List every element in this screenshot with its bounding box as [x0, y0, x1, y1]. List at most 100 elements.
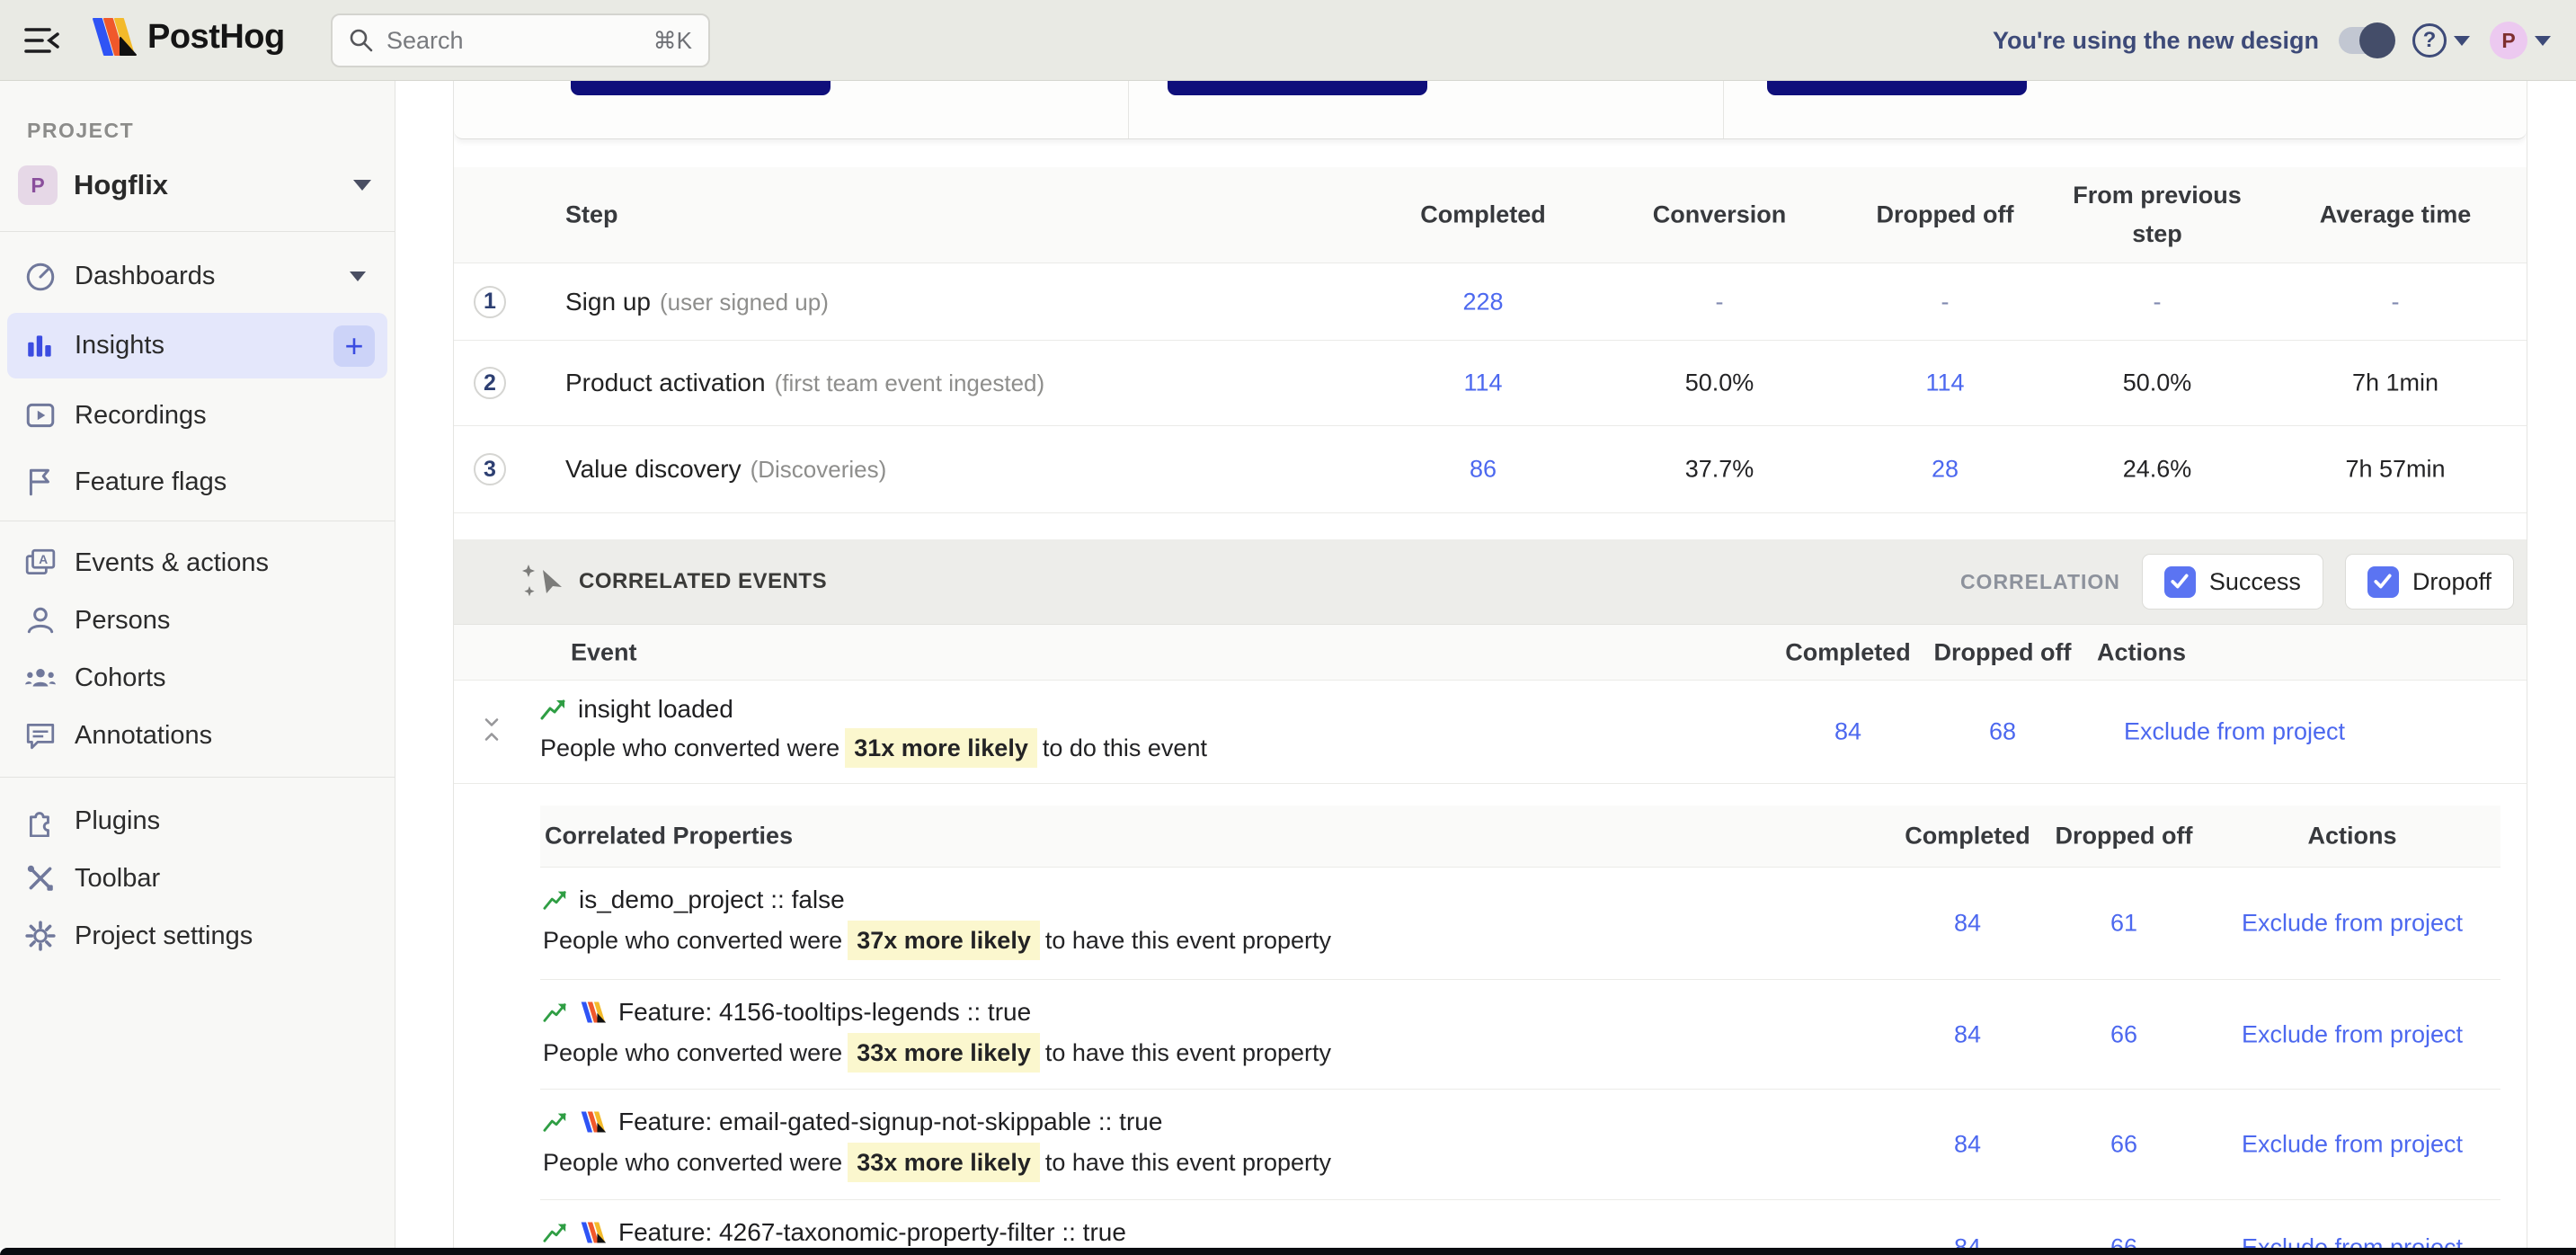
- help-menu[interactable]: ?: [2412, 23, 2470, 58]
- top-navbar: PostHog Search ⌘K You're using the new d…: [0, 0, 2576, 81]
- project-name: Hogflix: [74, 169, 353, 201]
- from-previous-value: 50.0%: [2067, 369, 2247, 397]
- property-description: People who converted were33x more likely…: [543, 1039, 1331, 1067]
- profile-menu[interactable]: P: [2490, 22, 2551, 59]
- sidebar-item-recordings[interactable]: Recordings: [7, 386, 387, 445]
- flag-icon: [24, 466, 57, 498]
- magic-cursor-icon: [521, 561, 563, 602]
- posthog-app: PostHog Search ⌘K You're using the new d…: [0, 0, 2576, 1255]
- sidebar-item-dashboards[interactable]: Dashboards: [7, 246, 387, 306]
- col-dropped-off: Dropped off: [2034, 823, 2214, 850]
- sidebar: PROJECT P Hogflix Dashboards Insights +: [0, 81, 395, 1248]
- sidebar-item-feature-flags[interactable]: Feature flags: [7, 452, 387, 512]
- exclude-from-project-link[interactable]: Exclude from project: [2037, 718, 2432, 746]
- trend-up-icon: [543, 1001, 568, 1024]
- search-input[interactable]: Search ⌘K: [331, 13, 710, 67]
- from-previous-value: 24.6%: [2067, 456, 2247, 484]
- correlated-property-row: Feature: 4267-taxonomic-property-filter …: [540, 1200, 2500, 1248]
- sidebar-item-events-actions[interactable]: A Events & actions: [7, 534, 387, 592]
- project-avatar: P: [18, 165, 58, 205]
- success-checkbox[interactable]: Success: [2142, 554, 2323, 610]
- conversion-value: 37.7%: [1630, 456, 1809, 484]
- completed-count-link[interactable]: 84: [1758, 718, 1938, 746]
- help-icon: ?: [2412, 23, 2447, 58]
- annotation-icon: [24, 719, 57, 752]
- new-design-toggle[interactable]: [2339, 27, 2393, 54]
- from-previous-value: -: [2067, 288, 2247, 316]
- dropoff-checkbox[interactable]: Dropoff: [2345, 554, 2514, 610]
- completed-count-link[interactable]: 84: [1878, 1020, 2057, 1048]
- sidebar-item-project-settings[interactable]: Project settings: [7, 907, 387, 965]
- correlated-properties-table: Correlated Properties Completed Dropped …: [540, 806, 2500, 1248]
- posthog-feature-icon: [579, 1000, 608, 1025]
- user-avatar: P: [2490, 22, 2527, 59]
- project-switcher[interactable]: P Hogflix: [18, 163, 382, 208]
- completed-count-link[interactable]: 86: [1393, 456, 1573, 484]
- section-title: CORRELATED EVENTS: [579, 569, 827, 594]
- correlated-event-row: insight loaded People who converted were…: [454, 681, 2527, 784]
- funnel-bar[interactable]: [1168, 81, 1427, 95]
- toggle-knob: [2359, 22, 2395, 58]
- odds-highlight: 31x more likely: [845, 728, 1037, 768]
- conversion-value: 50.0%: [1630, 369, 1809, 397]
- dropped-off-link[interactable]: 28: [1855, 456, 2035, 484]
- posthog-feature-icon: [579, 1109, 608, 1135]
- collapse-icon[interactable]: [481, 717, 502, 747]
- dropped-off-link[interactable]: 61: [2034, 910, 2214, 938]
- divider: [1128, 81, 1129, 138]
- steps-table-header: Step Completed Conversion Dropped off Fr…: [454, 167, 2527, 263]
- col-dropped-off: Dropped off: [1913, 638, 2092, 666]
- sidebar-item-toolbar[interactable]: Toolbar: [7, 850, 387, 907]
- correlated-events-header: CORRELATED EVENTS CORRELATION Success Dr…: [454, 539, 2527, 625]
- step-name: Value discovery(Discoveries): [565, 455, 886, 484]
- table-row: 3 Value discovery(Discoveries) 86 37.7% …: [454, 426, 2527, 513]
- dropped-off-link[interactable]: 114: [1855, 369, 2035, 397]
- completed-count-link[interactable]: 114: [1393, 369, 1573, 397]
- dropped-off-value: -: [1855, 288, 2035, 316]
- exclude-from-project-link[interactable]: Exclude from project: [2208, 1131, 2496, 1159]
- sidebar-item-cohorts[interactable]: Cohorts: [7, 649, 387, 707]
- completed-count-link[interactable]: 84: [1878, 910, 2057, 938]
- sidebar-item-persons[interactable]: Persons: [7, 592, 387, 649]
- completed-count-link[interactable]: 228: [1393, 288, 1573, 316]
- step-name: Sign up(user signed up): [565, 288, 829, 316]
- insights-icon: [24, 330, 57, 362]
- sidebar-item-plugins[interactable]: Plugins: [7, 792, 387, 850]
- checkbox-checked-icon: [2367, 566, 2399, 598]
- step-number: 1: [474, 286, 506, 318]
- exclude-from-project-link[interactable]: Exclude from project: [2208, 1233, 2496, 1248]
- funnel-bar[interactable]: [571, 81, 831, 95]
- funnel-chart-clipped: [454, 81, 2527, 139]
- events-table-header: Event Completed Dropped off Actions: [454, 625, 2527, 681]
- insight-card: Step Completed Conversion Dropped off Fr…: [453, 81, 2527, 1248]
- dropped-off-link[interactable]: 66: [2034, 1020, 2214, 1048]
- col-completed: Completed: [1878, 823, 2057, 850]
- funnel-bar[interactable]: [1767, 81, 2027, 95]
- person-icon: [24, 604, 57, 636]
- completed-count-link[interactable]: 84: [1878, 1233, 2057, 1248]
- dropped-off-link[interactable]: 66: [2034, 1131, 2214, 1159]
- posthog-logo-mark: [90, 16, 137, 58]
- average-time-value: 7h 57min: [2305, 456, 2485, 484]
- sidebar-toggle-icon[interactable]: [23, 22, 63, 58]
- table-row: 1 Sign up(user signed up) 228 - - - -: [454, 263, 2527, 341]
- search-shortcut: ⌘K: [653, 27, 692, 55]
- completed-count-link[interactable]: 84: [1878, 1131, 2057, 1159]
- new-insight-button[interactable]: +: [333, 325, 375, 367]
- new-design-label: You're using the new design: [1993, 27, 2319, 55]
- sidebar-item-annotations[interactable]: Annotations: [7, 707, 387, 764]
- sidebar-item-insights[interactable]: Insights +: [7, 313, 387, 378]
- dashboard-icon: [24, 260, 57, 292]
- odds-highlight: 33x more likely: [848, 1143, 1040, 1182]
- recordings-icon: [24, 399, 57, 432]
- col-actions: Actions: [2262, 823, 2442, 850]
- funnel-steps-table: Step Completed Conversion Dropped off Fr…: [454, 167, 2527, 513]
- tools-icon: [24, 862, 57, 895]
- property-name-line: Feature: 4267-taxonomic-property-filter …: [543, 1218, 1126, 1247]
- dropped-off-link[interactable]: 66: [2034, 1233, 2214, 1248]
- trend-up-icon: [543, 1221, 568, 1244]
- exclude-from-project-link[interactable]: Exclude from project: [2208, 910, 2496, 938]
- exclude-from-project-link[interactable]: Exclude from project: [2208, 1020, 2496, 1048]
- divider: [1723, 81, 1724, 138]
- posthog-logo[interactable]: PostHog: [90, 16, 285, 58]
